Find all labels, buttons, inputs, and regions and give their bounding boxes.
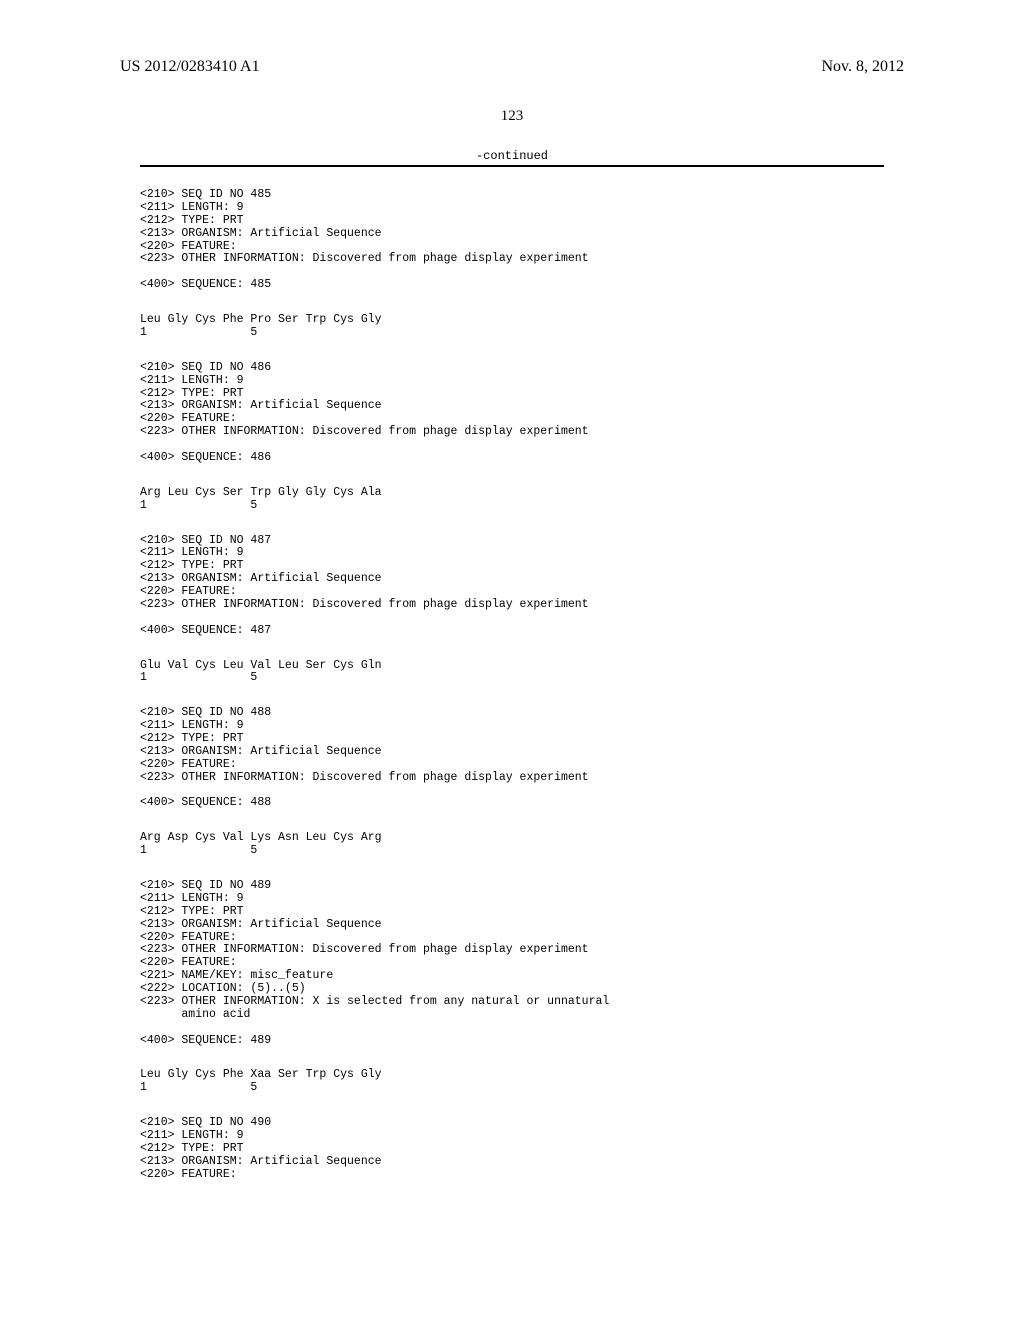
continued-label: -continued [0, 149, 1024, 163]
sequence-entry-sequence: Leu Gly Cys Phe Xaa Ser Trp Cys Gly 1 5 [140, 1069, 884, 1095]
sequence-entry-meta: <210> SEQ ID NO 488 <211> LENGTH: 9 <212… [140, 707, 884, 810]
sequence-listing: <210> SEQ ID NO 485 <211> LENGTH: 9 <212… [0, 189, 1024, 1182]
sequence-entry-meta: <210> SEQ ID NO 489 <211> LENGTH: 9 <212… [140, 880, 884, 1047]
sequence-entry-sequence: Arg Asp Cys Val Lys Asn Leu Cys Arg 1 5 [140, 832, 884, 858]
page-number: 123 [0, 108, 1024, 125]
divider [140, 165, 884, 167]
sequence-entry-sequence: Leu Gly Cys Phe Pro Ser Trp Cys Gly 1 5 [140, 314, 884, 340]
sequence-entry-sequence: Glu Val Cys Leu Val Leu Ser Cys Gln 1 5 [140, 660, 884, 686]
sequence-entry-meta: <210> SEQ ID NO 485 <211> LENGTH: 9 <212… [140, 189, 884, 292]
sequence-entry-sequence: Arg Leu Cys Ser Trp Gly Gly Cys Ala 1 5 [140, 487, 884, 513]
publication-date: Nov. 8, 2012 [821, 58, 904, 76]
publication-number: US 2012/0283410 A1 [120, 58, 260, 76]
sequence-entry-meta: <210> SEQ ID NO 487 <211> LENGTH: 9 <212… [140, 535, 884, 638]
page-header: US 2012/0283410 A1 Nov. 8, 2012 [0, 0, 1024, 76]
sequence-entry-meta: <210> SEQ ID NO 486 <211> LENGTH: 9 <212… [140, 362, 884, 465]
sequence-entry-meta: <210> SEQ ID NO 490 <211> LENGTH: 9 <212… [140, 1117, 884, 1181]
